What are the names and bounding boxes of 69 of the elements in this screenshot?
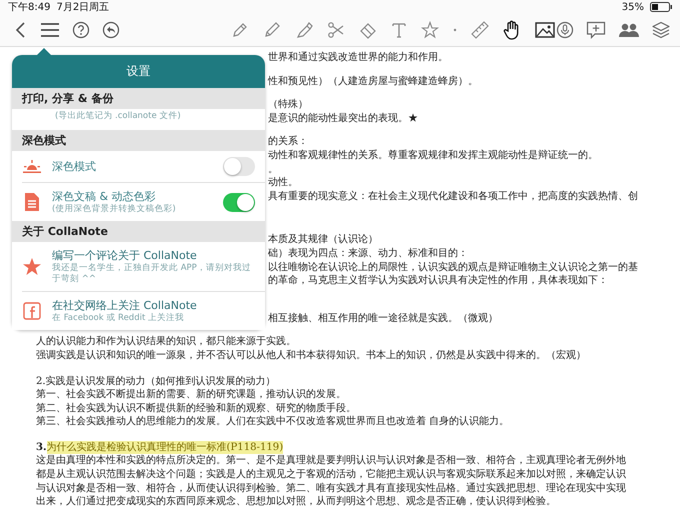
people-icon[interactable] [618, 22, 640, 38]
row-subtitle: (导出此笔记为 .collanote 文件) [55, 111, 181, 122]
row-label[interactable]: 在社交网络上关注 CollaNote [52, 298, 255, 313]
row-subtitle: (使用深色背景并转换文稿色彩) [52, 204, 177, 215]
document-text-line: 第一、社会实践不断提出新的需要、新的研究课题，推动认识的发展。 [36, 388, 346, 402]
settings-row[interactable]: 编写一个评论关于 CollaNote 我还是一名学生，正独自开发此 APP，请别对我过于苛刻 ^^ [22, 242, 265, 291]
document-text-line: 强调实践是认识和知识的唯一源泉，并不否认可以从他人和书本获得知识。书本上的知识，仍然是从实践中得来的。（宏观） [36, 348, 586, 362]
row-label[interactable]: 编写一个评论关于 CollaNote [52, 248, 255, 263]
document-text-line: 的革命，马克思主义哲学认为实践对认识具有决定性的作用，具体表现如下： [268, 274, 608, 288]
battery-percent: 35% [622, 2, 644, 12]
document-text-line: 是意识的能动性最突出的表现。★ [268, 112, 418, 126]
sunset-icon [22, 158, 42, 174]
text-tool-icon[interactable] [391, 21, 407, 39]
document-text-line: 2.实践是认识发展的动力（如何推到认识发展的动力） [36, 374, 276, 388]
image-icon[interactable] [535, 22, 555, 38]
battery-icon [650, 2, 672, 12]
menu-icon[interactable] [40, 22, 60, 38]
row-subtitle: 在 Facebook 或 Reddit 上关注我 [52, 313, 185, 324]
document-text-line: 的关系： [268, 135, 308, 149]
document-text-line: 动性。 [268, 176, 298, 190]
document-text-line: 具有重要的现实意义：在社会主义现代化建设和各项工作中，把高度的实践热情、创 [268, 190, 638, 204]
document-text-line: 与认识对象是否相一致、相符合，从而使认识得到检验。第二、唯有实践才具有直接现实性品格。通过实践把思想、理论在现实中实现 [36, 482, 626, 496]
layers-icon[interactable] [652, 21, 670, 39]
row-label: 深色文稿 & 动态色彩 [52, 189, 157, 204]
section-header: 打印, 分享 & 备份 [12, 88, 265, 109]
microphone-icon[interactable] [556, 21, 574, 39]
popover-arrow [36, 48, 52, 56]
settings-row[interactable]: 深色模式 [22, 151, 265, 182]
scissors-icon[interactable] [327, 21, 345, 39]
document-icon [22, 192, 42, 212]
settings-row[interactable]: 在社交网络上关注 CollaNote 在 Facebook 或 Reddit 上关注我 [22, 291, 265, 330]
document-text-line: 。 [268, 162, 278, 176]
eraser-icon[interactable] [359, 21, 377, 39]
pen-icon[interactable] [231, 21, 249, 39]
star-icon[interactable] [421, 21, 439, 39]
document-text-line: 人的认识能力和作为认识结果的知识，都只能来源于实践。 [36, 335, 296, 349]
document-text-line: 动性和客观规律性的关系。尊重客观规律和发挥主观能动性是辩证统一的。 [268, 148, 598, 163]
toggle-switch[interactable] [223, 192, 255, 212]
document-text-line: 础）表现为四点：来源、动力、标准和目的： [268, 246, 468, 261]
pencil-icon[interactable] [263, 21, 281, 39]
section-header: 深色模式 [12, 130, 265, 151]
add-comment-icon[interactable] [586, 21, 606, 39]
document-text-line: 这是由真理的本性和实践的特点所决定的。第一、是不是真理就是要判明认识与认识对象是否相一致、相符合，主观真理论者无例外地 [36, 454, 626, 468]
dot-icon[interactable] [453, 28, 457, 32]
document-text-line: 都是从主观认识范围去解决这个问题；实践是人的主观见之于客观的活动，它能把主观认识与客观实际联系起来加以对照，来确定认识 [36, 468, 626, 482]
document-text-line: 世界和通过实践改造世界的能力和作用。 [268, 51, 448, 65]
document-text-line: 相互接触、相互作用的唯一途径就是实践。（微观） [268, 312, 498, 326]
highlighter-icon[interactable] [295, 21, 313, 39]
settings-title: 设置 [12, 55, 265, 88]
document-text-line: 第三、社会实践推动人的思维能力的发展。人们在实践中不仅改造客观世界而且也改造着 自身的认识能力。 [36, 415, 510, 429]
facebook-icon [22, 302, 42, 320]
document-text-line: （特殊） [268, 98, 308, 112]
row-subtitle: 我还是一名学生，正独自开发此 APP，请别对我过于苛刻 ^^ [52, 263, 252, 285]
hand-icon[interactable] [503, 20, 521, 40]
document-text-line: 第二、社会实践为认识不断提供新的经验和新的观察、研究的物质手段。 [36, 402, 356, 416]
status-time: 下午8:49 [8, 1, 50, 14]
ruler-icon[interactable] [471, 21, 489, 39]
section-header: 关于 CollaNote [12, 221, 265, 242]
toggle-switch[interactable] [223, 157, 255, 176]
help-icon[interactable] [72, 21, 90, 39]
document-text-line: 出来，人们通过把变成现实的东西同原来观念、思想加以对照，从而判明这个思想、观念是否正确，使认识得到检验。 [36, 495, 556, 509]
document-text-line: 本质及其规律（认识论） [268, 233, 378, 247]
undo-icon[interactable] [102, 21, 120, 39]
row-label: 深色模式 [52, 159, 97, 174]
status-date: 7月2日周五 [56, 1, 110, 14]
star-icon [22, 256, 42, 276]
document-text-line: 性和预见性）（人建造房屋与蜜蜂建造蜂房）。 [268, 74, 478, 88]
section-heading: 3.为什么实践是检验认识真理性的唯一标准(P118-119) [36, 440, 284, 454]
document-text-line: 以往唯物论在认识论上的局限性，认识实践的观点是辩证唯物主义认识论之第一的基 [268, 260, 638, 274]
